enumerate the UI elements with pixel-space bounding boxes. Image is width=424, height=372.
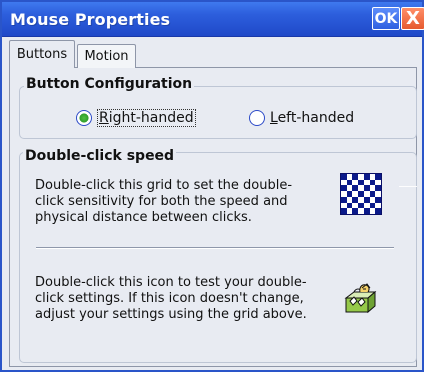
right-handed-label: Right-handed	[97, 109, 196, 127]
jack-in-the-box-icon[interactable]	[342, 280, 377, 315]
radio-selected-icon[interactable]	[76, 110, 92, 126]
left-handed-option[interactable]: Left-handed	[249, 108, 354, 128]
tab-buttons[interactable]: Buttons	[9, 40, 75, 68]
button-configuration-title: Button Configuration	[24, 76, 195, 92]
grid-instructions: Double-click this grid to set the double…	[35, 178, 293, 225]
test-instructions: Double-click this icon to test your doub…	[35, 275, 307, 322]
tab-motion[interactable]: Motion	[77, 44, 136, 68]
radio-unselected-icon[interactable]	[249, 110, 265, 126]
title-bar[interactable]: Mouse Properties OK X	[2, 2, 424, 37]
grid-guide-line	[399, 186, 417, 187]
section-divider	[36, 247, 394, 249]
right-handed-option[interactable]: Right-handed	[76, 108, 196, 128]
double-click-speed-title: Double-click speed	[23, 148, 177, 164]
ok-button[interactable]: OK	[372, 7, 400, 30]
tab-strip: Buttons Motion	[9, 40, 136, 68]
right-handed-label-rest: ight-handed	[108, 110, 194, 126]
left-handed-mnemonic: L	[270, 110, 278, 126]
left-handed-label-rest: eft-handed	[277, 110, 355, 126]
left-handed-label: Left-handed	[270, 110, 354, 126]
window-title: Mouse Properties	[10, 10, 171, 29]
close-button[interactable]: X	[401, 7, 424, 30]
right-handed-mnemonic: R	[99, 110, 109, 126]
checkerboard-grid-icon[interactable]	[340, 173, 382, 215]
mouse-properties-window: Mouse Properties OK X Buttons Motion But…	[0, 0, 424, 372]
